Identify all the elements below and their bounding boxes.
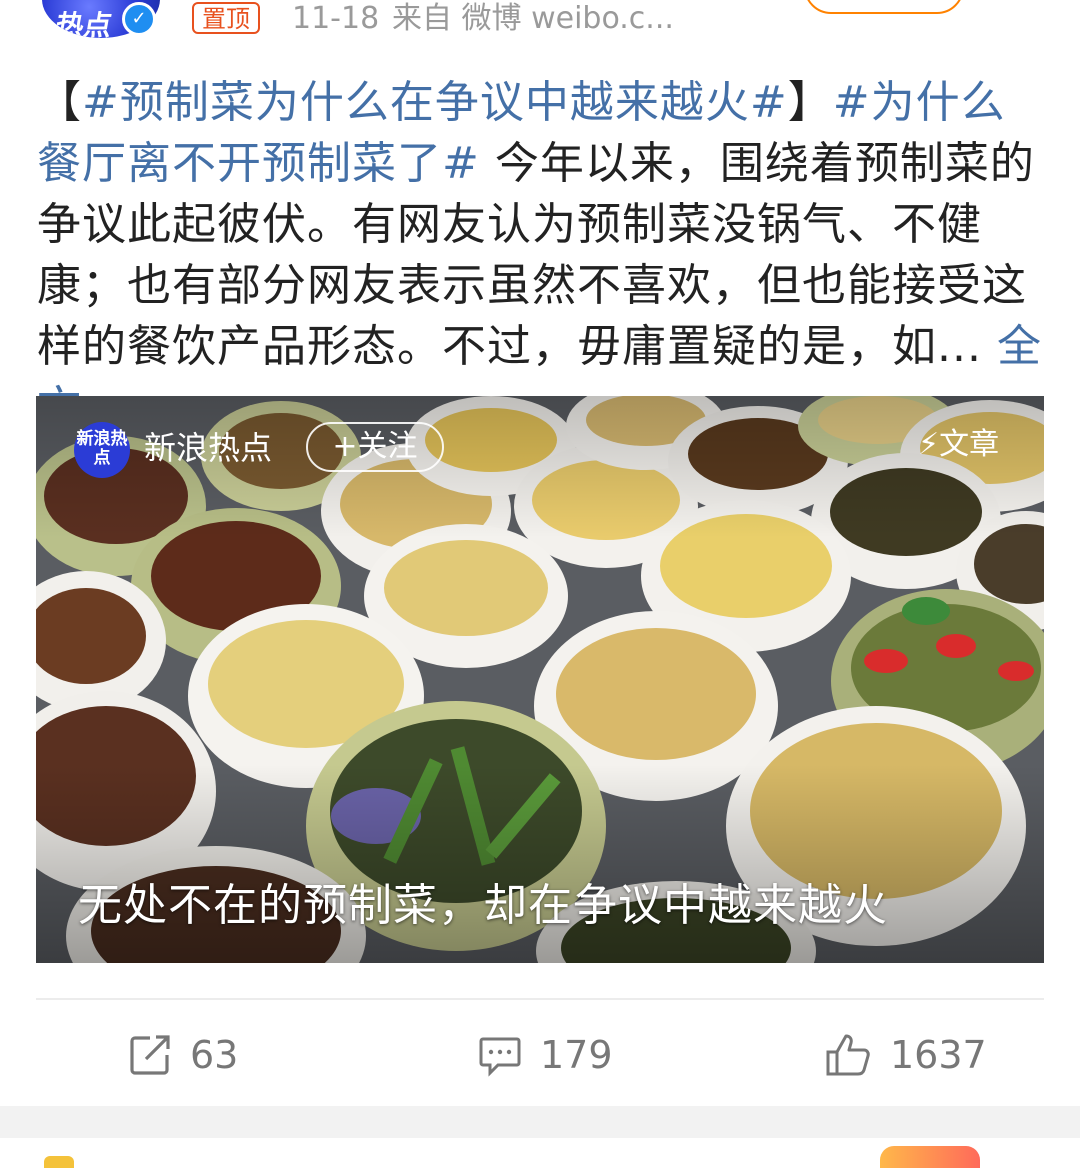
bracket-close: 】 bbox=[787, 77, 833, 128]
comment-icon bbox=[479, 1037, 521, 1077]
comment-button[interactable]: 179 bbox=[478, 1030, 613, 1080]
like-count: 1637 bbox=[890, 1033, 987, 1077]
pinned-badge: 置顶 bbox=[192, 2, 260, 34]
article-caption: 无处不在的预制菜，却在争议中越来越火 bbox=[78, 880, 888, 931]
bracket-open: 【 bbox=[37, 77, 82, 128]
post-source[interactable]: 来自 微博 weibo.c... bbox=[392, 0, 674, 38]
follow-button[interactable] bbox=[804, 0, 964, 14]
source-account-name[interactable]: 新浪热点 bbox=[144, 426, 272, 470]
avatar-text: 热点 bbox=[52, 9, 115, 38]
repost-button[interactable]: 63 bbox=[128, 1030, 238, 1080]
source-logo: 新浪热点 bbox=[74, 422, 130, 478]
article-card-image[interactable]: 新浪热点 新浪热点 +关注 ⚡文章 无处不在的预制菜，却在争议中越来越火 bbox=[36, 396, 1044, 963]
divider bbox=[36, 998, 1044, 1000]
source-follow-button[interactable]: +关注 bbox=[306, 422, 444, 472]
next-post-decoration bbox=[44, 1156, 74, 1168]
article-type-label: ⚡文章 bbox=[918, 427, 1000, 462]
repost-icon bbox=[130, 1035, 170, 1075]
thumbs-up-icon bbox=[826, 1034, 870, 1076]
repost-count: 63 bbox=[190, 1033, 239, 1077]
post-date: 11-18 bbox=[292, 1, 380, 36]
post-header: 热点 ✓ 置顶 11-18 来自 微博 weibo.c... bbox=[0, 0, 1080, 50]
feed-separator bbox=[0, 1106, 1080, 1138]
verified-badge-icon: ✓ bbox=[122, 2, 156, 36]
like-button[interactable]: 1637 bbox=[824, 1030, 987, 1080]
post-body: 【#预制菜为什么在争议中越来越火#】#为什么餐厅离不开预制菜了# 今年以来，围绕… bbox=[37, 72, 1047, 438]
hashtag-link[interactable]: #预制菜为什么在争议中越来越火# bbox=[82, 77, 788, 128]
comment-count: 179 bbox=[540, 1033, 613, 1077]
